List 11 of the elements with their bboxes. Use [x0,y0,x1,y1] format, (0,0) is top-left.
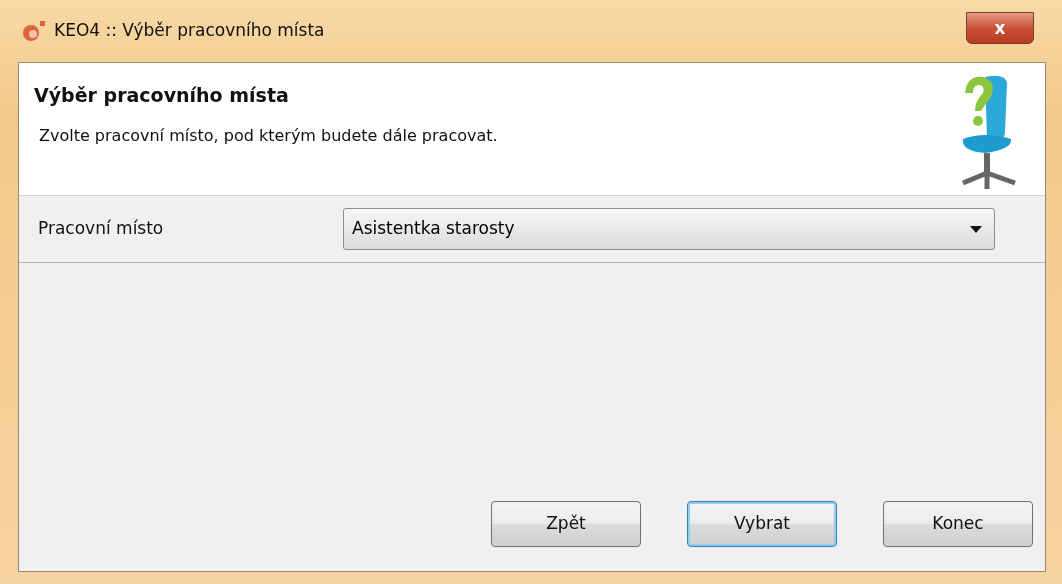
field-label: Pracovní místo [38,217,165,241]
dialog-heading: Výběr pracovního místa [34,83,290,108]
dialog-button[interactable]: Zpět [491,501,641,547]
dialog-button[interactable]: Konec [883,501,1033,547]
dialog-button[interactable]: Vybrat [687,501,837,547]
dropdown-arrow-icon [970,225,982,233]
close-button[interactable]: x [966,12,1034,44]
window-title: KEO4 :: Výběr pracovního místa [54,19,325,43]
app-logo-icon [22,20,46,42]
workplace-dropdown[interactable]: Asistentka starosty [343,208,995,250]
dialog-description: Zvolte pracovní místo, pod kterým budete dále pracovat. [38,124,499,147]
